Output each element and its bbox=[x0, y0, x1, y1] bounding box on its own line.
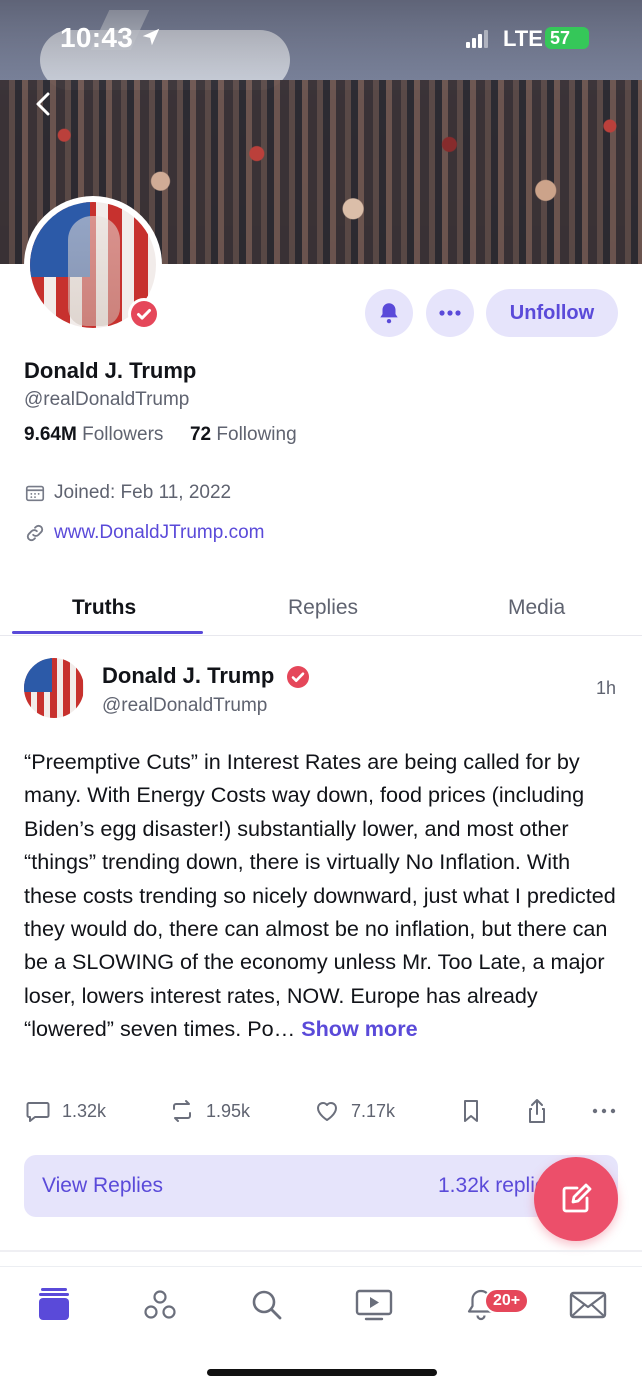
active-tab-indicator bbox=[12, 631, 203, 634]
bookmark-button[interactable] bbox=[457, 1097, 495, 1125]
nav-home[interactable] bbox=[34, 1285, 74, 1325]
post-avatar-stars-field bbox=[24, 658, 52, 692]
post-text: “Preemptive Cuts” in Interest Rates are … bbox=[24, 749, 616, 1042]
unfollow-button[interactable]: Unfollow bbox=[486, 289, 618, 337]
reply-button[interactable]: 1.32k bbox=[24, 1097, 106, 1125]
compose-button[interactable] bbox=[534, 1157, 618, 1241]
profile-handle: @realDonaldTrump bbox=[24, 389, 190, 410]
notifications-toggle-button[interactable] bbox=[365, 289, 413, 337]
tab-truths[interactable]: Truths bbox=[72, 596, 136, 620]
share-button[interactable] bbox=[523, 1097, 561, 1125]
notifications-badge: 20+ bbox=[484, 1288, 530, 1314]
battery-indicator: 57 bbox=[545, 27, 589, 49]
post-body: “Preemptive Cuts” in Interest Rates are … bbox=[24, 745, 624, 1046]
avatar-face bbox=[68, 216, 120, 326]
network-type: LTE bbox=[503, 26, 543, 51]
search-icon bbox=[252, 1290, 282, 1320]
mail-icon bbox=[569, 1291, 607, 1319]
post-actions-bar: 1.32k 1.95k 7.17k bbox=[0, 1097, 642, 1133]
verified-badge-icon bbox=[128, 298, 160, 330]
followers-count: 9.64M bbox=[24, 424, 77, 445]
retruth-button[interactable]: 1.95k bbox=[168, 1097, 250, 1125]
post-more-button[interactable] bbox=[590, 1097, 628, 1125]
compose-icon bbox=[562, 1183, 592, 1213]
checkmark-icon bbox=[137, 309, 151, 320]
back-icon[interactable] bbox=[30, 88, 58, 120]
profile-stats: 9.64M Followers 72 Following bbox=[24, 424, 297, 446]
joined-date-text: Joined: Feb 11, 2022 bbox=[54, 482, 232, 503]
section-divider bbox=[0, 1250, 642, 1252]
verified-badge-fill bbox=[131, 301, 157, 327]
like-button[interactable]: 7.17k bbox=[313, 1097, 395, 1125]
followers-label: Followers bbox=[82, 424, 164, 445]
battery-level: 57 bbox=[550, 28, 571, 48]
comment-icon bbox=[26, 1102, 50, 1122]
post-timestamp: 1h bbox=[596, 678, 617, 698]
status-bar: 10:43 LTE 57 bbox=[0, 20, 642, 60]
location-arrow-icon bbox=[142, 28, 160, 46]
joined-date-row: Joined: Feb 11, 2022 bbox=[24, 482, 231, 504]
signal-icon bbox=[466, 30, 488, 48]
following-count: 72 bbox=[189, 424, 212, 445]
following-link[interactable]: 72 Following bbox=[190, 424, 297, 445]
tab-media[interactable]: Media bbox=[508, 596, 565, 620]
view-replies-label: View Replies bbox=[42, 1174, 164, 1197]
verified-badge-icon bbox=[287, 666, 309, 688]
bell-icon bbox=[380, 303, 398, 324]
calendar-icon bbox=[25, 485, 45, 502]
link-icon bbox=[26, 524, 44, 542]
website-link[interactable]: www.DonaldJTrump.com bbox=[54, 522, 264, 544]
following-label: Following bbox=[216, 424, 297, 445]
tab-replies[interactable]: Replies bbox=[288, 596, 358, 620]
video-icon bbox=[355, 1289, 393, 1321]
nav-video[interactable] bbox=[354, 1285, 394, 1325]
post-author-name[interactable]: Donald J. Trump bbox=[102, 663, 274, 689]
heart-icon bbox=[317, 1102, 337, 1121]
nav-messages[interactable] bbox=[568, 1285, 608, 1325]
home-indicator bbox=[207, 1369, 437, 1376]
bookmark-icon bbox=[464, 1100, 478, 1122]
like-count: 7.17k bbox=[351, 1100, 396, 1121]
ellipsis-icon bbox=[439, 310, 461, 316]
view-replies-button[interactable]: View Replies 1.32k replies bbox=[24, 1155, 618, 1217]
repost-icon bbox=[173, 1100, 191, 1122]
nav-groups[interactable] bbox=[140, 1285, 180, 1325]
ellipsis-icon bbox=[592, 1108, 616, 1114]
retruth-count: 1.95k bbox=[206, 1100, 251, 1121]
website-link-row[interactable]: www.DonaldJTrump.com bbox=[24, 522, 264, 544]
status-time: 10:43 bbox=[60, 22, 134, 53]
home-feed-icon bbox=[39, 1288, 69, 1320]
post-author-avatar[interactable] bbox=[24, 658, 84, 718]
nav-search[interactable] bbox=[247, 1285, 287, 1325]
followers-link[interactable]: 9.64M Followers bbox=[24, 424, 163, 445]
more-options-button[interactable] bbox=[426, 289, 474, 337]
show-more-link[interactable]: Show more bbox=[301, 1016, 417, 1041]
post-author-handle: @realDonaldTrump bbox=[102, 695, 268, 716]
groups-icon bbox=[144, 1290, 176, 1319]
share-icon bbox=[529, 1099, 545, 1123]
profile-tabs: Truths Replies Media bbox=[0, 586, 642, 636]
profile-display-name: Donald J. Trump bbox=[24, 358, 197, 383]
reply-count: 1.32k bbox=[62, 1100, 107, 1121]
